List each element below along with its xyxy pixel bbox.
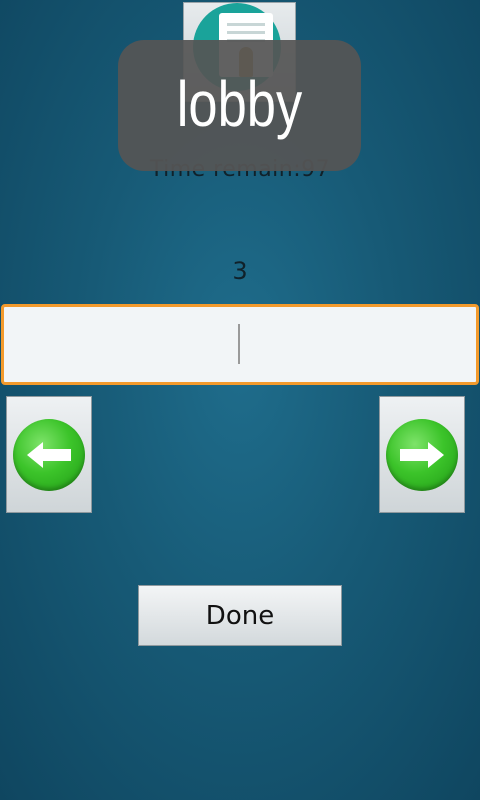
toast-text: lobby [176, 67, 303, 140]
doc-line [227, 31, 265, 34]
next-button[interactable] [379, 396, 465, 513]
arrow-left-icon [13, 418, 85, 491]
doc-line [227, 23, 265, 26]
toast-popup: lobby [118, 40, 361, 171]
done-button[interactable]: Done [138, 585, 342, 646]
answer-input[interactable] [1, 304, 479, 385]
text-cursor [238, 324, 240, 364]
previous-button[interactable] [6, 396, 92, 513]
question-number: 3 [232, 257, 248, 285]
arrow-right-icon [386, 418, 458, 491]
